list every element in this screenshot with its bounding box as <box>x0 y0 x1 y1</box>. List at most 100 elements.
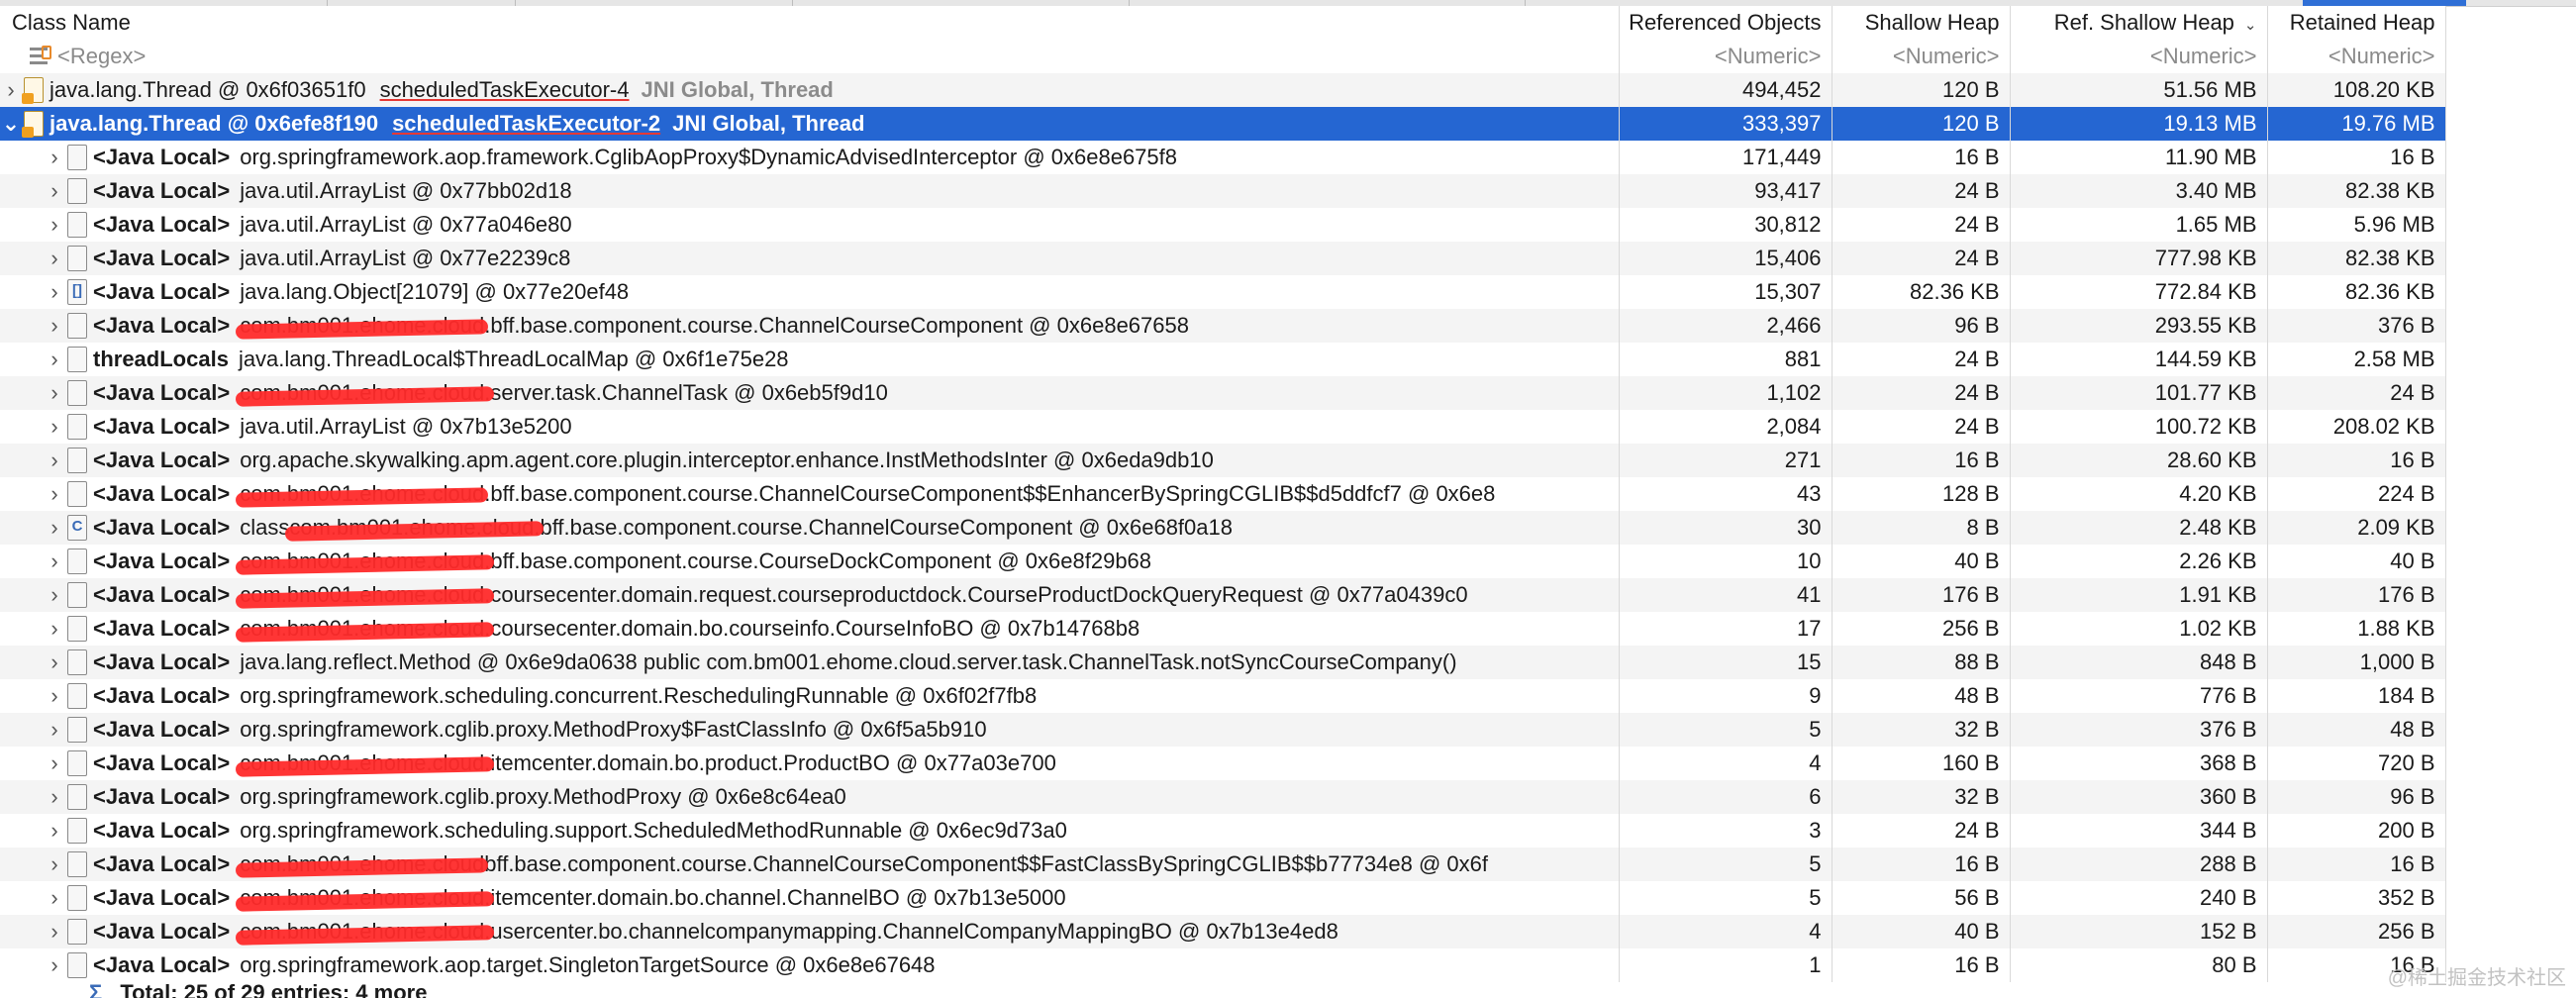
numeric-filter-shallow-heap[interactable]: <Numeric> <box>1832 40 2011 73</box>
table-row[interactable]: › <Java Local> org.springframework.cglib.p… <box>0 713 2446 747</box>
table-row[interactable]: › <Java Local>com.bm001.ehome.cloud.itemc… <box>0 747 2446 780</box>
ref-shallow-heap-cell: 777.98 KB <box>2010 242 2268 275</box>
chevron-down-icon[interactable]: ⌄ <box>0 111 22 137</box>
retained-heap-cell: 224 B <box>2267 477 2446 511</box>
chevron-right-icon[interactable]: › <box>44 885 65 911</box>
table-row[interactable]: › <Java Local> java.util.ArrayList @ 0x77b… <box>0 174 2446 208</box>
regex-filter-cell[interactable]: <Regex> <box>0 40 1620 73</box>
ref-shallow-heap-cell: 344 B <box>2010 814 2268 848</box>
chevron-right-icon[interactable]: › <box>44 717 65 743</box>
ref-shallow-heap-cell: 4.20 KB <box>2010 477 2268 511</box>
shallow-heap-cell: 96 B <box>1832 309 2011 343</box>
shallow-heap-cell: 24 B <box>1832 410 2011 444</box>
table-row[interactable]: › <Java Local> java.util.ArrayList @ 0x77e… <box>0 242 2446 275</box>
referenced-objects-cell: 6 <box>1619 780 1833 814</box>
chevron-right-icon[interactable]: › <box>44 784 65 810</box>
table-row[interactable]: › <Java Local>com.bm001.ehome.cloud.itemc… <box>0 881 2446 915</box>
ref-shallow-heap-cell: 1.02 KB <box>2010 612 2268 646</box>
table-row[interactable]: ›[] <Java Local> java.lang.Object[21079] @… <box>0 275 2446 309</box>
chevron-right-icon[interactable]: › <box>44 414 65 440</box>
table-row[interactable]: › <Java Local>com.bm001.ehome.cloud.cours… <box>0 612 2446 646</box>
column-header-referenced-objects[interactable]: Referenced Objects <box>1619 6 1833 40</box>
table-row[interactable]: › <Java Local> java.lang.reflect.Method @ … <box>0 646 2446 679</box>
table-row[interactable]: › threadLocals java.lang.ThreadLocal$Threa… <box>0 343 2446 376</box>
table-row[interactable]: › <Java Local> org.springframework.aop.tar… <box>0 948 2446 982</box>
chevron-right-icon[interactable]: › <box>44 549 65 574</box>
class-name-cell: ›C<Java Local> class com.bm001.ehome.clou… <box>0 511 1620 545</box>
chevron-right-icon[interactable]: › <box>44 178 65 204</box>
object-name: java.lang.Thread @ 0x6efe8f190 <box>50 111 379 136</box>
chevron-right-icon[interactable]: › <box>44 750 65 776</box>
file-icon <box>67 885 87 911</box>
chevron-right-icon[interactable]: › <box>44 851 65 877</box>
regex-filter-input[interactable]: <Regex> <box>57 44 146 69</box>
shallow-heap-cell: 176 B <box>1832 578 2011 612</box>
column-header-shallow-heap[interactable]: Shallow Heap <box>1832 6 2011 40</box>
file-icon <box>67 246 87 271</box>
column-header-ref-shallow-heap[interactable]: Ref. Shallow Heap ⌄ <box>2010 6 2268 40</box>
thread-row-selected[interactable]: ⌄ java.lang.Thread @ 0x6efe8f190 schedul… <box>0 107 2446 141</box>
chevron-down-icon[interactable]: ⌄ <box>2244 17 2257 34</box>
object-name: org.apache.skywalking.apm.agent.core.plu… <box>240 448 1214 472</box>
file-icon <box>67 818 87 844</box>
numeric-filter-ref-shallow-heap[interactable]: <Numeric> <box>2010 40 2268 73</box>
table-row[interactable]: › <Java Local> org.springframework.aop.fra… <box>0 141 2446 174</box>
chevron-right-icon[interactable]: › <box>44 481 65 507</box>
table-row[interactable]: › <Java Local> java.util.ArrayList @ 0x7b1… <box>0 410 2446 444</box>
chevron-right-icon[interactable]: › <box>44 515 65 541</box>
chevron-right-icon[interactable]: › <box>44 952 65 978</box>
referenced-objects-cell: 333,397 <box>1619 107 1833 141</box>
retained-heap-cell: 720 B <box>2267 747 2446 780</box>
retained-heap-cell: 82.38 KB <box>2267 242 2446 275</box>
table-row[interactable]: › <Java Local>com.bm001.ehome.cloud.serve… <box>0 376 2446 410</box>
table-footer: Σ Total: 25 of 29 entries; 4 more <box>0 980 2445 998</box>
file-icon <box>67 145 87 170</box>
table-row[interactable]: › <Java Local> java.util.ArrayList @ 0x77a… <box>0 208 2446 242</box>
table-row[interactable]: › <Java Local>com.bm001.ehome.cloudbff.ba… <box>0 848 2446 881</box>
table-row[interactable]: ›C<Java Local> class com.bm001.ehome.clou… <box>0 511 2446 545</box>
thread-row[interactable]: › java.lang.Thread @ 0x6f03651f0 schedul… <box>0 73 2446 107</box>
chevron-right-icon[interactable]: › <box>44 649 65 675</box>
numeric-filter-retained-heap[interactable]: <Numeric> <box>2267 40 2446 73</box>
object-name: org.springframework.cglib.proxy.MethodPr… <box>240 717 987 742</box>
table-row[interactable]: › <Java Local>com.bm001.ehome.cloud.cours… <box>0 578 2446 612</box>
table-row[interactable]: › <Java Local>com.bm001.ehome.cloud.bff.b… <box>0 477 2446 511</box>
chevron-right-icon[interactable]: › <box>44 683 65 709</box>
column-header-retained-heap[interactable]: Retained Heap <box>2267 6 2446 40</box>
chevron-right-icon[interactable]: › <box>0 77 22 103</box>
entries-summary[interactable]: Total: 25 of 29 entries; 4 more <box>120 980 427 998</box>
table-row[interactable]: › <Java Local> org.springframework.schedul… <box>0 679 2446 713</box>
column-header-class-name[interactable]: Class Name <box>0 6 1620 40</box>
chevron-right-icon[interactable]: › <box>44 212 65 238</box>
object-name: java.lang.reflect.Method @ 0x6e9da0638 p… <box>240 649 1457 674</box>
shallow-heap-cell: 24 B <box>1832 343 2011 376</box>
table-row[interactable]: › <Java Local> org.apache.skywalking.apm.a… <box>0 444 2446 477</box>
chevron-right-icon[interactable]: › <box>44 347 65 372</box>
shallow-heap-cell: 24 B <box>1832 242 2011 275</box>
chevron-right-icon[interactable]: › <box>44 246 65 271</box>
referenced-objects-cell: 881 <box>1619 343 1833 376</box>
heap-object-table: Class Name Referenced Objects Shallow He… <box>0 6 2446 982</box>
table-row[interactable]: › <Java Local>com.bm001.ehome.cloud.userc… <box>0 915 2446 948</box>
reference-label: <Java Local> <box>93 246 231 270</box>
class-name-cell: › <Java Local> java.util.ArrayList @ 0x77b… <box>0 174 1620 208</box>
chevron-right-icon[interactable]: › <box>44 313 65 339</box>
chevron-right-icon[interactable]: › <box>44 380 65 406</box>
chevron-right-icon[interactable]: › <box>44 818 65 844</box>
table-row[interactable]: › <Java Local>com.bm001.ehome.cloud.bff.b… <box>0 309 2446 343</box>
chevron-right-icon[interactable]: › <box>44 145 65 170</box>
table-row[interactable]: › <Java Local> org.springframework.cglib.p… <box>0 780 2446 814</box>
table-row[interactable]: › <Java Local> org.springframework.schedul… <box>0 814 2446 848</box>
object-prefix: class <box>240 515 290 540</box>
shallow-heap-cell: 82.36 KB <box>1832 275 2011 309</box>
chevron-right-icon[interactable]: › <box>44 279 65 305</box>
chevron-right-icon[interactable]: › <box>44 919 65 945</box>
table-row[interactable]: › <Java Local>com.bm001.ehome.cloud.bff.b… <box>0 545 2446 578</box>
watermark: @稀土掘金技术社区 <box>2387 967 2566 989</box>
reference-label: <Java Local> <box>93 750 231 775</box>
chevron-right-icon[interactable]: › <box>44 582 65 608</box>
referenced-objects-cell: 41 <box>1619 578 1833 612</box>
chevron-right-icon[interactable]: › <box>44 448 65 473</box>
chevron-right-icon[interactable]: › <box>44 616 65 642</box>
numeric-filter-referenced-objects[interactable]: <Numeric> <box>1619 40 1833 73</box>
